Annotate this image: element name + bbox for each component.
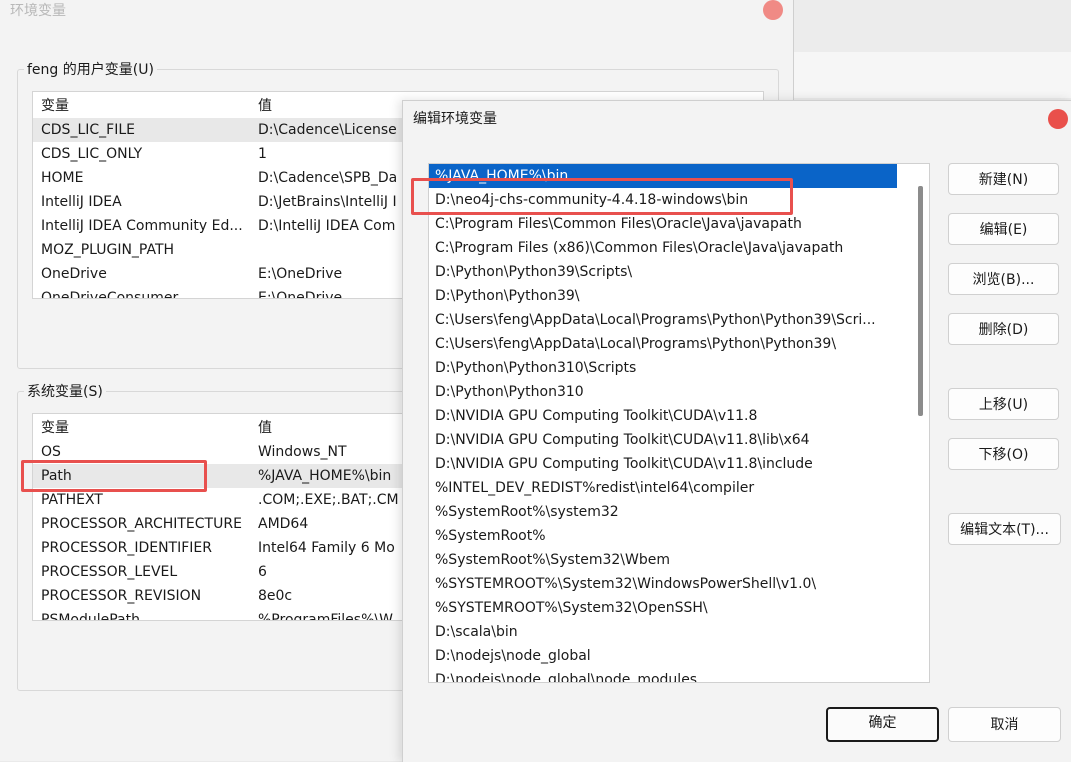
edit-text-button[interactable]: 编辑文本(T)... bbox=[948, 513, 1061, 545]
ok-button[interactable]: 确定 bbox=[826, 707, 939, 742]
path-list-item[interactable]: C:\Users\feng\AppData\Local\Programs\Pyt… bbox=[429, 308, 897, 332]
move-down-button[interactable]: 下移(O) bbox=[948, 438, 1059, 470]
path-list-item[interactable]: C:\Program Files (x86)\Common Files\Orac… bbox=[429, 236, 897, 260]
path-list-item[interactable]: D:\Python\Python39\Scripts\ bbox=[429, 260, 897, 284]
path-list-item[interactable]: D:\Python\Python39\ bbox=[429, 284, 897, 308]
path-list-item[interactable]: %SystemRoot%\system32 bbox=[429, 500, 897, 524]
var-name-cell: CDS_LIC_FILE bbox=[41, 122, 135, 138]
path-list-item[interactable]: D:\scala\bin bbox=[429, 620, 897, 644]
browse-button[interactable]: 浏览(B)... bbox=[948, 263, 1059, 295]
path-highlight-box bbox=[21, 460, 207, 492]
new-button[interactable]: 新建(N) bbox=[948, 163, 1059, 195]
column-name-header[interactable]: 变量 bbox=[41, 94, 69, 118]
path-list-item[interactable]: %SYSTEMROOT%\System32\WindowsPowerShell\… bbox=[429, 572, 897, 596]
var-name-cell: PSModulePath bbox=[41, 612, 140, 621]
var-name-cell: OneDrive bbox=[41, 266, 107, 282]
var-name-cell: IntelliJ IDEA bbox=[41, 194, 122, 210]
edit-button[interactable]: 编辑(E) bbox=[948, 213, 1059, 245]
var-name-cell: PROCESSOR_LEVEL bbox=[41, 564, 178, 580]
neo4j-highlight-box bbox=[411, 178, 793, 215]
background-band bbox=[794, 52, 1071, 98]
var-name-cell: OneDriveConsumer bbox=[41, 290, 179, 299]
cancel-button[interactable]: 取消 bbox=[948, 707, 1061, 742]
column-value-header[interactable]: 值 bbox=[258, 416, 272, 440]
path-list-item[interactable]: C:\Program Files\Common Files\Oracle\Jav… bbox=[429, 212, 897, 236]
path-list-item[interactable]: D:\Python\Python310 bbox=[429, 380, 897, 404]
path-list-item[interactable]: %SYSTEMROOT%\System32\OpenSSH\ bbox=[429, 596, 897, 620]
path-list-item[interactable]: D:\NVIDIA GPU Computing Toolkit\CUDA\v11… bbox=[429, 452, 897, 476]
column-name-header[interactable]: 变量 bbox=[41, 416, 69, 440]
close-icon[interactable] bbox=[1048, 109, 1068, 129]
user-vars-label: feng 的用户变量(U) bbox=[24, 59, 157, 79]
path-list-item[interactable]: %SystemRoot%\System32\Wbem bbox=[429, 548, 897, 572]
window-title: 环境变量 bbox=[10, 3, 66, 19]
edit-env-dialog: 编辑环境变量 %JAVA_HOME%\bin D:\neo4j-chs-commu… bbox=[402, 100, 1071, 762]
path-list-item[interactable]: D:\nodejs\node_global bbox=[429, 644, 897, 668]
dialog-title: 编辑环境变量 bbox=[413, 111, 497, 127]
delete-button[interactable]: 删除(D) bbox=[948, 313, 1059, 345]
path-list-item[interactable]: D:\nodejs\node_global\node_modules bbox=[429, 668, 897, 682]
path-list-item[interactable]: D:\Python\Python310\Scripts bbox=[429, 356, 897, 380]
path-list-item[interactable]: %SystemRoot% bbox=[429, 524, 897, 548]
var-name-cell: CDS_LIC_ONLY bbox=[41, 146, 143, 162]
path-list-item[interactable]: %INTEL_DEV_REDIST%redist\intel64\compile… bbox=[429, 476, 897, 500]
path-list-item[interactable]: D:\NVIDIA GPU Computing Toolkit\CUDA\v11… bbox=[429, 404, 897, 428]
scrollbar-thumb[interactable] bbox=[918, 186, 923, 416]
column-value-header[interactable]: 值 bbox=[258, 94, 272, 118]
system-vars-label: 系统变量(S) bbox=[24, 381, 106, 401]
var-name-cell: PROCESSOR_IDENTIFIER bbox=[41, 540, 212, 556]
var-name-cell: MOZ_PLUGIN_PATH bbox=[41, 242, 175, 258]
var-name-cell: IntelliJ IDEA Community Ed... bbox=[41, 218, 243, 234]
move-up-button[interactable]: 上移(U) bbox=[948, 388, 1059, 420]
var-name-cell: PROCESSOR_ARCHITECTURE bbox=[41, 516, 242, 532]
path-list-item[interactable]: D:\NVIDIA GPU Computing Toolkit\CUDA\v11… bbox=[429, 428, 897, 452]
var-name-cell: HOME bbox=[41, 170, 84, 186]
close-icon[interactable] bbox=[763, 0, 783, 20]
var-name-cell: PROCESSOR_REVISION bbox=[41, 588, 202, 604]
path-list[interactable]: %JAVA_HOME%\bin D:\neo4j-chs-community-4.… bbox=[428, 163, 930, 683]
path-list-item[interactable]: C:\Users\feng\AppData\Local\Programs\Pyt… bbox=[429, 332, 897, 356]
